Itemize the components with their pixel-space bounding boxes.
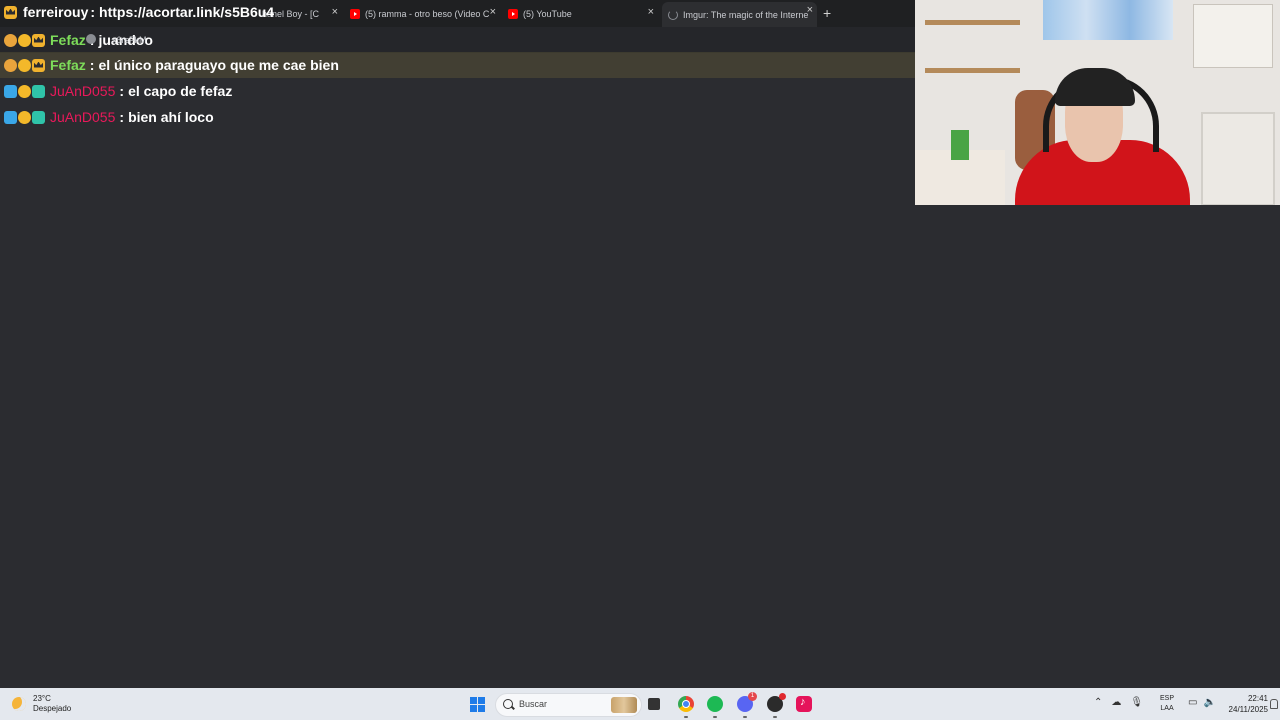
youtube-icon [508,9,518,19]
lang-code: ESP [1160,695,1175,702]
taskbar-clock[interactable]: 22:41 24/11/2025 [1222,693,1268,715]
close-tab-icon[interactable]: × [332,6,338,18]
microphone-icon[interactable]: 🎙 [1130,697,1143,708]
windows-taskbar: 23°C Despejado Buscar 1 ⌃ ☁ 🎙 ESP LAA ▭ … [0,688,1280,720]
windows-logo-icon [478,697,485,704]
chrome-icon[interactable] [678,696,694,712]
tab-title: (5) YouTube [523,9,572,19]
clock-time: 22:41 [1247,694,1268,703]
obs-icon[interactable] [767,693,786,712]
crown-badge-icon [32,58,45,72]
chat-separator: : [119,109,125,125]
search-highlight-icon [611,697,637,713]
running-indicator [684,716,688,718]
webcam-cap [1055,68,1135,106]
sub-badge-icon [4,58,17,72]
bits-badge-icon [18,110,31,124]
bits-badge-icon [18,33,31,47]
windows-logo-icon [478,705,485,712]
webcam-creeper-toy [951,130,969,160]
language-indicator[interactable]: ESP LAA [1160,694,1174,714]
chat-username[interactable]: JuAnD055 [50,109,115,125]
browser-tab[interactable]: (5) YouTube × [508,4,658,24]
network-cloud-icon[interactable]: ☁ [1111,697,1121,708]
prime-badge-icon [4,110,17,124]
youtube-icon [350,9,360,19]
crown-badge-icon [4,5,17,19]
running-indicator [713,716,717,718]
notification-badge: 1 [748,692,757,701]
discord-icon[interactable]: 1 [737,692,757,712]
tab-title: (5) ramma - otro beso (Video C [365,9,490,19]
browser-tab-active[interactable]: Imgur: The magic of the Interne × [662,2,817,27]
webcam-shelf [925,68,1020,73]
monitor-icon[interactable]: ▭ [1188,697,1197,708]
gift-badge-icon [32,84,45,98]
chat-text: el capo de fefaz [128,83,233,99]
weather-desc: Despejado [33,704,72,713]
running-indicator [773,716,777,718]
close-tab-icon[interactable]: × [648,6,654,18]
url-favicon-icon [86,34,96,44]
crown-badge-icon [32,33,45,47]
moon-icon [12,697,26,711]
webcam-feed [915,0,1280,205]
pinned-chat-message: ferreirouy : https://acortar.link/s5B6u4 [4,4,274,20]
running-indicator [743,716,747,718]
close-tab-icon[interactable]: × [807,4,813,16]
chevron-up-icon[interactable]: ⌃ [1094,697,1102,708]
webcam-door [1201,112,1275,205]
recording-dot-icon [779,693,786,700]
windows-logo-icon [470,705,477,712]
user-badges [4,58,45,72]
file-explorer-icon[interactable] [648,698,660,710]
url-fragment: x6rsFkM [112,35,147,45]
volume-icon[interactable]: 🔈 [1203,697,1215,708]
loading-spinner-icon [668,9,678,20]
tab-title: Imgur: The magic of the Interne [683,9,809,20]
pinned-link[interactable]: https://acortar.link/s5B6u4 [99,4,274,20]
user-badges [4,110,45,124]
spotify-icon[interactable] [707,696,723,712]
notification-bell-icon[interactable] [1270,699,1278,709]
chat-text: bien ahí loco [128,109,214,125]
clock-date: 24/11/2025 [1228,705,1268,714]
chat-separator: : [89,57,95,73]
chat-username[interactable]: Fefaz [50,32,86,48]
chat-username[interactable]: Fefaz [50,57,86,73]
taskbar-search[interactable]: Buscar [495,693,642,717]
tiktok-icon[interactable] [796,696,812,712]
chat-message: JuAnD055 : el capo de fefaz [0,78,915,104]
chat-message: JuAnD055 : bien ahí loco [0,104,915,130]
weather-widget[interactable]: 23°C Despejado [12,694,71,714]
webcam-poster [1193,4,1273,68]
sub-badge-icon [4,33,17,47]
weather-temp: 23°C [33,694,51,703]
chat-separator: : [119,83,125,99]
lang-layout: LAA [1160,705,1174,712]
webcam-poster [1043,0,1173,40]
new-tab-button[interactable]: + [823,5,831,21]
weather-text: 23°C Despejado [33,694,71,714]
pinned-separator: : [90,4,96,20]
close-tab-icon[interactable]: × [490,6,496,18]
chat-username[interactable]: JuAnD055 [50,83,115,99]
search-icon [503,699,513,709]
chat-text: el único paraguayo que me cae bien [98,57,339,73]
browser-tab[interactable]: (5) ramma - otro beso (Video C × [350,4,500,24]
chat-message-highlighted: Fefaz : el único paraguayo que me cae bi… [0,52,915,78]
pinned-username[interactable]: ferreirouy [23,4,88,20]
start-button[interactable] [470,697,485,712]
bits-badge-icon [18,84,31,98]
user-badges [4,84,45,98]
prime-badge-icon [4,84,17,98]
windows-logo-icon [470,697,477,704]
system-tray: ⌃ ☁ 🎙 [1094,697,1143,708]
tray-icons: ▭ 🔈 [1188,697,1216,708]
user-badges [4,33,45,47]
webcam-shelf [925,20,1020,25]
bits-badge-icon [18,58,31,72]
gift-badge-icon [32,110,45,124]
search-placeholder: Buscar [519,699,548,709]
